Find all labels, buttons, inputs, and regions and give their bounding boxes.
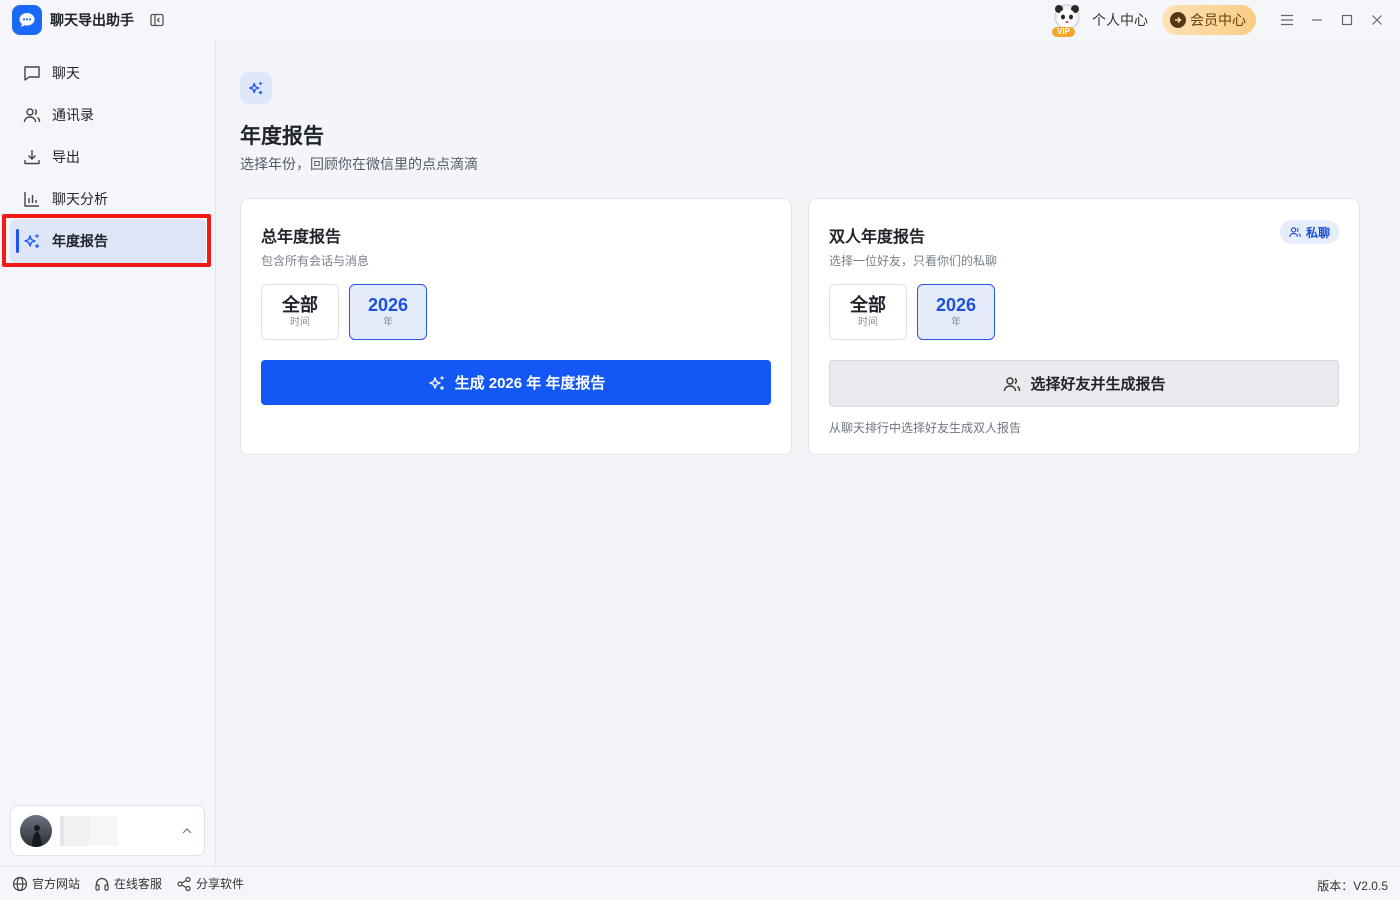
year-option-all[interactable]: 全部 时间 [261, 284, 339, 340]
app-title: 聊天导出助手 [50, 12, 134, 28]
sidebar: 聊天 通讯录 导出 聊天分析 年度报告 [0, 40, 216, 866]
active-indicator [16, 229, 19, 253]
sparkles-icon [428, 375, 445, 390]
footer-link-label: 分享软件 [196, 877, 245, 891]
menu-icon[interactable] [1272, 0, 1302, 40]
sidebar-item-contacts[interactable]: 通讯录 [10, 93, 206, 137]
member-center-label: 会员中心 [1190, 12, 1246, 28]
app-logo-icon [12, 5, 42, 35]
dual-report-hint: 从聊天排行中选择好友生成双人报告 [829, 421, 1022, 435]
download-icon [24, 150, 40, 165]
close-icon[interactable] [1362, 0, 1392, 40]
arrow-right-icon [1170, 12, 1186, 28]
private-chat-badge-label: 私聊 [1305, 225, 1330, 240]
headset-icon [95, 877, 109, 891]
sidebar-item-label: 聊天分析 [52, 191, 108, 207]
sidebar-collapse-icon[interactable] [148, 11, 166, 29]
main-content: 年度报告 选择年份，回顾你在微信里的点点滴滴 总年度报告 包含所有会话与消息 全… [217, 40, 1400, 866]
users-icon [1004, 376, 1021, 391]
contacts-icon [23, 108, 41, 123]
footer-bar: 官方网站 在线客服 分享软件 版本：V2.0.5 [0, 866, 1400, 900]
chat-bubble-icon [24, 66, 40, 81]
user-account-card[interactable] [10, 805, 205, 856]
dual-report-card: 双人年度报告 私聊 选择一位好友，只看你们的私聊 全部 时间 2026 年 选择… [808, 198, 1360, 455]
year-option-2026[interactable]: 2026 年 [917, 284, 995, 340]
card-description: 选择一位好友，只看你们的私聊 [829, 254, 998, 268]
minimize-icon[interactable] [1302, 0, 1332, 40]
year-option-2026[interactable]: 2026 年 [349, 284, 427, 340]
share-icon [177, 876, 191, 891]
select-friend-button[interactable]: 选择好友并生成报告 [829, 360, 1339, 407]
vip-tag: VIP [1052, 27, 1075, 37]
users-icon [1289, 227, 1301, 237]
sidebar-item-label: 聊天 [52, 65, 80, 81]
card-title: 双人年度报告 [829, 229, 926, 246]
chevron-up-icon [182, 827, 192, 833]
sparkles-icon [24, 233, 40, 248]
avatar [20, 814, 52, 847]
select-friend-label: 选择好友并生成报告 [1030, 376, 1166, 393]
card-title: 总年度报告 [261, 229, 342, 246]
sidebar-item-label: 导出 [52, 149, 80, 165]
page-title: 年度报告 [240, 125, 324, 148]
sidebar-item-annual-report[interactable]: 年度报告 [10, 219, 206, 263]
sidebar-item-label: 通讯录 [52, 107, 94, 123]
online-support-link[interactable]: 在线客服 [94, 875, 162, 892]
sparkles-icon [240, 72, 272, 104]
option-label: 2026 [935, 295, 977, 315]
option-label: 全部 [282, 295, 318, 315]
share-software-link[interactable]: 分享软件 [176, 875, 244, 892]
option-sublabel: 年 [383, 317, 393, 328]
bar-chart-icon [24, 192, 39, 207]
personal-center-link[interactable]: 个人中心 [1092, 10, 1148, 30]
sidebar-item-export[interactable]: 导出 [10, 135, 206, 179]
option-label: 全部 [850, 295, 886, 315]
member-center-button[interactable]: 会员中心 [1162, 5, 1256, 35]
sidebar-item-chat[interactable]: 聊天 [10, 51, 206, 95]
user-name-redacted [60, 815, 118, 846]
footer-link-label: 官方网站 [32, 877, 81, 891]
sidebar-item-label: 年度报告 [52, 233, 108, 249]
title-bar: 聊天导出助手 VIP 个人中心 会员中心 [0, 0, 1400, 40]
option-sublabel: 年 [951, 317, 961, 328]
option-sublabel: 时间 [290, 317, 310, 328]
globe-icon [12, 876, 28, 891]
generate-report-button[interactable]: 生成 2026 年 年度报告 [261, 360, 771, 405]
vip-avatar[interactable]: VIP [1050, 3, 1084, 37]
footer-link-label: 在线客服 [114, 877, 163, 891]
option-sublabel: 时间 [858, 317, 878, 328]
maximize-icon[interactable] [1332, 0, 1362, 40]
overall-report-card: 总年度报告 包含所有会话与消息 全部 时间 2026 年 生成 2026 年 年… [240, 198, 792, 455]
option-label: 2026 [367, 295, 409, 315]
official-website-link[interactable]: 官方网站 [12, 875, 80, 892]
sidebar-item-chat-analysis[interactable]: 聊天分析 [10, 177, 206, 221]
generate-report-label: 生成 2026 年 年度报告 [454, 375, 606, 392]
year-option-all[interactable]: 全部 时间 [829, 284, 907, 340]
page-subtitle: 选择年份，回顾你在微信里的点点滴滴 [240, 156, 478, 172]
card-description: 包含所有会话与消息 [261, 254, 370, 268]
private-chat-badge: 私聊 [1279, 220, 1339, 244]
version-label: 版本：V2.0.5 [1317, 879, 1388, 893]
